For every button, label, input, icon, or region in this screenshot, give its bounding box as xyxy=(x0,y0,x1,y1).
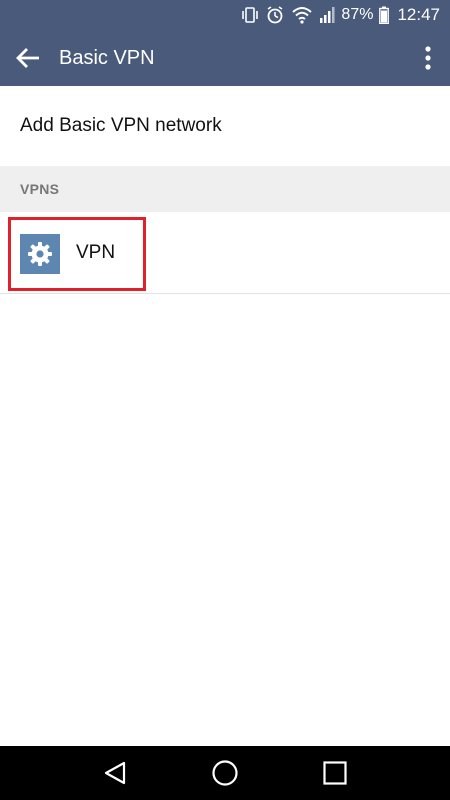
nav-home-button[interactable] xyxy=(200,746,250,800)
back-triangle-icon xyxy=(104,761,126,785)
home-circle-icon xyxy=(212,760,238,786)
navigation-bar xyxy=(0,746,450,800)
nav-recents-button[interactable] xyxy=(310,746,360,800)
gear-icon xyxy=(20,234,60,274)
page-title: Basic VPN xyxy=(59,46,155,69)
app-bar: Basic VPN xyxy=(0,30,450,86)
overflow-menu-icon xyxy=(425,46,431,70)
overflow-menu-button[interactable] xyxy=(406,30,450,86)
vibrate-icon xyxy=(241,0,259,30)
section-header-vpns: VPNS xyxy=(0,166,450,212)
signal-icon xyxy=(319,0,335,30)
wifi-icon xyxy=(291,0,313,30)
add-vpn-network-label: Add Basic VPN network xyxy=(20,115,222,136)
alarm-icon xyxy=(265,0,285,30)
nav-back-button[interactable] xyxy=(90,746,140,800)
back-arrow-icon xyxy=(16,48,39,68)
back-button[interactable] xyxy=(0,30,56,86)
clock: 12:47 xyxy=(397,5,440,24)
vpn-list-item[interactable]: VPN xyxy=(0,212,450,294)
section-header-label: VPNS xyxy=(20,181,60,197)
add-vpn-network-item[interactable]: Add Basic VPN network xyxy=(0,86,450,166)
battery-icon xyxy=(379,0,390,30)
recents-square-icon xyxy=(323,761,347,785)
vpn-item-label: VPN xyxy=(76,242,116,263)
status-bar: 87% 12:47 xyxy=(0,0,450,30)
battery-percent: 87% xyxy=(341,6,374,23)
